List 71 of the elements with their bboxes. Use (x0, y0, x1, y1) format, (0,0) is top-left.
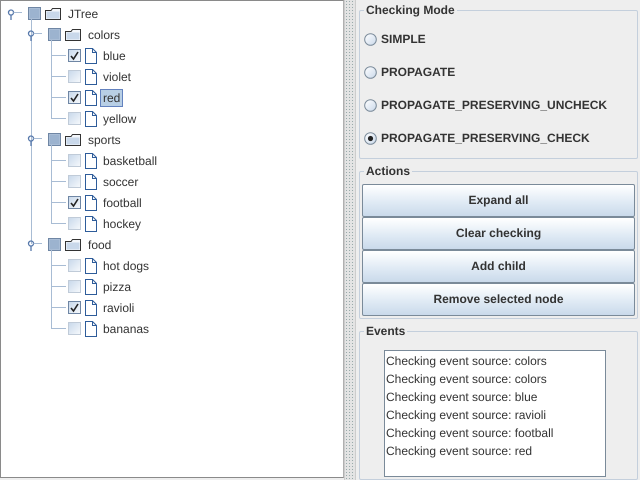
checkbox[interactable] (68, 70, 81, 83)
checkbox[interactable] (68, 301, 81, 314)
checkbox[interactable] (68, 175, 81, 188)
event-line: Checking event source: red (386, 443, 534, 460)
checkbox[interactable] (68, 49, 81, 62)
file-icon (85, 300, 97, 316)
event-line: Checking event source: colors (386, 353, 548, 370)
action-button[interactable]: Clear checking (362, 216, 635, 250)
tree-node[interactable]: pizza (100, 278, 134, 296)
event-line: Checking event source: football (386, 425, 554, 442)
tree-node[interactable]: blue (100, 46, 129, 64)
tree-node[interactable]: ravioli (100, 298, 138, 316)
file-icon (85, 174, 97, 190)
tree-node[interactable]: bananas (100, 320, 152, 338)
checkbox[interactable] (68, 259, 81, 272)
expand-handle-icon[interactable] (26, 135, 42, 146)
checkbox[interactable] (48, 28, 61, 41)
file-icon (85, 68, 97, 84)
radio-label[interactable]: PROPAGATE_PRESERVING_CHECK (381, 129, 590, 147)
tree-node[interactable]: food (85, 236, 114, 254)
checkbox[interactable] (68, 196, 81, 209)
tree-node[interactable]: football (100, 194, 145, 212)
expand-handle-icon[interactable] (26, 30, 42, 41)
event-line: Checking event source: blue (386, 389, 538, 406)
action-button[interactable]: Remove selected node (362, 282, 635, 316)
radio-button[interactable] (364, 132, 377, 144)
checkbox[interactable] (28, 7, 41, 20)
action-button[interactable]: Add child (362, 250, 635, 283)
radio-label[interactable]: PROPAGATE (381, 63, 456, 81)
folder-icon (65, 28, 82, 42)
checkbox[interactable] (68, 154, 81, 167)
action-button[interactable]: Expand all (362, 184, 635, 217)
tree-node[interactable]: violet (100, 68, 134, 86)
expand-handle-icon[interactable] (6, 9, 22, 20)
file-icon (85, 48, 97, 64)
event-line: Checking event source: colors (386, 371, 548, 388)
event-line: Checking event source: ravioli (386, 407, 548, 424)
group-title: Checking Mode (364, 2, 457, 18)
checkbox[interactable] (68, 91, 81, 104)
file-icon (85, 320, 97, 336)
file-icon (85, 216, 97, 232)
folder-icon (65, 238, 82, 252)
tree-node[interactable]: hockey (100, 214, 144, 232)
tree-node[interactable]: colors (85, 26, 124, 44)
tree-node[interactable]: red (100, 88, 124, 106)
checkbox[interactable] (68, 322, 81, 335)
tree-node[interactable]: soccer (100, 172, 142, 190)
checkbox[interactable] (68, 217, 81, 230)
tree-node[interactable]: sports (85, 130, 124, 148)
checkbox[interactable] (68, 112, 81, 125)
file-icon (85, 278, 97, 294)
radio-label[interactable]: PROPAGATE_PRESERVING_UNCHECK (381, 96, 608, 114)
checkbox[interactable] (68, 280, 81, 293)
file-icon (85, 152, 97, 168)
tree-node[interactable]: JTree (65, 4, 102, 22)
radio-button[interactable] (364, 32, 377, 46)
radio-button[interactable] (364, 98, 377, 112)
expand-handle-icon[interactable] (26, 240, 42, 251)
tree-node[interactable]: hot dogs (100, 256, 152, 274)
tree-node[interactable]: basketball (100, 152, 160, 170)
radio-button[interactable] (364, 66, 377, 78)
folder-icon (45, 6, 62, 20)
checkbox[interactable] (48, 133, 61, 146)
file-icon (85, 110, 97, 126)
radio-label[interactable]: SIMPLE (381, 30, 426, 48)
file-icon (85, 90, 97, 106)
tree-node[interactable]: yellow (100, 110, 140, 128)
file-icon (85, 194, 97, 210)
file-icon (85, 258, 97, 274)
checkbox[interactable] (48, 238, 61, 251)
folder-icon (65, 132, 82, 146)
